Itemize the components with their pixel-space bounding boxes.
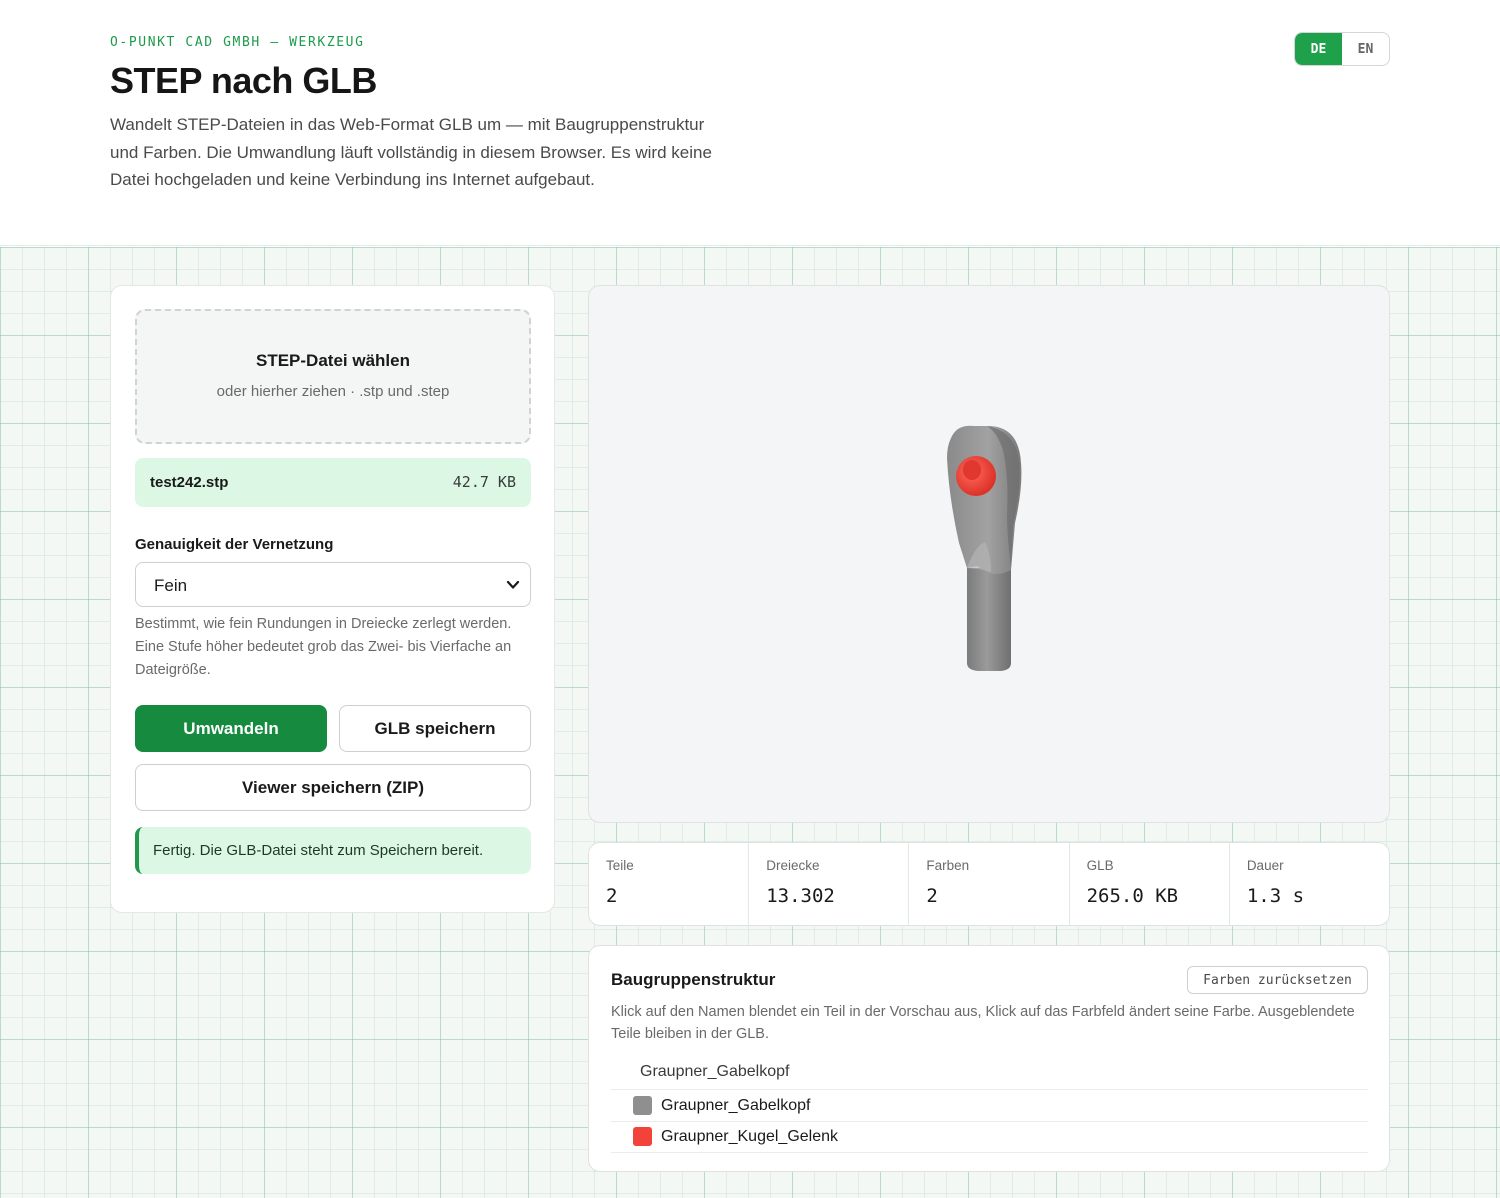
part-name[interactable]: Graupner_Kugel_Gelenk [661,1128,838,1146]
stat-value: 2 [606,885,618,907]
file-name: test242.stp [150,474,229,491]
part-color-swatch[interactable] [633,1096,652,1115]
convert-button[interactable]: Umwandeln [135,705,327,752]
status-text: Fertig. Die GLB-Datei steht zum Speicher… [153,842,484,859]
dropzone-title: STEP-Datei wählen [256,351,410,370]
stat-colors: Farben 2 [909,843,1070,925]
model-ball-bore [963,460,981,480]
conversion-stats: Teile 2 Dreiecke 13.302 Farben 2 GLB 265… [588,842,1390,926]
assembly-tree-panel: Baugruppenstruktur Farben zurücksetzen K… [588,945,1390,1172]
assembly-part-row: Graupner_Gabelkopf [611,1091,1368,1122]
stat-label: Dauer [1246,858,1284,873]
stat-glb-size: GLB 265.0 KB [1070,843,1230,925]
stat-label: Dreiecke [766,858,820,873]
assembly-tree-title: Baugruppenstruktur [611,970,776,989]
language-de-button[interactable]: DE [1295,33,1342,65]
mesh-accuracy-value: Fein [154,576,188,595]
assembly-tree-description: Klick auf den Namen blendet ein Teil in … [611,1004,1355,1042]
stat-value: 1.3 s [1246,885,1305,907]
stat-value: 13.302 [766,885,835,907]
page-title: STEP nach GLB [110,60,377,101]
model-preview [947,425,1022,671]
assembly-tree-root: Graupner_Gabelkopf [611,1057,1368,1090]
model-viewer[interactable] [588,285,1390,823]
language-switch: DE EN [1294,32,1390,66]
save-viewer-zip-button[interactable]: Viewer speichern (ZIP) [135,764,531,811]
reset-colors-button[interactable]: Farben zurücksetzen [1187,966,1368,994]
part-name[interactable]: Graupner_Gabelkopf [661,1097,810,1115]
model-shaft [967,568,1011,671]
stat-duration: Dauer 1.3 s [1230,843,1389,925]
stat-triangles: Dreiecke 13.302 [749,843,910,925]
selected-file: test242.stp 42.7 KB [135,458,531,507]
company-eyebrow: O-PUNKT CAD GMBH — WERKZEUG [110,35,365,50]
stat-value: 2 [926,885,938,907]
assembly-root-label[interactable]: Graupner_Gabelkopf [640,1063,789,1081]
language-en-button[interactable]: EN [1342,33,1389,65]
file-size: 42.7 KB [452,473,516,491]
status-message: Fertig. Die GLB-Datei steht zum Speicher… [135,827,531,874]
assembly-part-row: Graupner_Kugel_Gelenk [611,1122,1368,1153]
mesh-accuracy-hint: Bestimmt, wie fein Rundungen in Dreiecke… [135,616,512,678]
stat-parts: Teile 2 [589,843,750,925]
chevron-down-icon [506,580,520,589]
page-intro: Wandelt STEP-Dateien in das Web-Format G… [110,115,712,189]
control-panel: STEP-Datei wählen oder hierher ziehen · … [110,285,555,913]
part-color-swatch[interactable] [633,1127,652,1146]
mesh-accuracy-select[interactable]: Fein [135,562,531,607]
dropzone-subtitle: oder hierher ziehen · .stp und .step [216,383,450,400]
stat-label: Farben [926,858,970,873]
mesh-accuracy-label: Genauigkeit der Vernetzung [135,536,334,553]
stat-label: GLB [1086,858,1114,873]
page-header: O-PUNKT CAD GMBH — WERKZEUG STEP nach GL… [0,0,1500,246]
save-glb-button[interactable]: GLB speichern [339,705,531,752]
stat-value: 265.0 KB [1086,885,1179,907]
stat-label: Teile [606,858,634,873]
file-dropzone[interactable]: STEP-Datei wählen oder hierher ziehen · … [135,309,531,444]
